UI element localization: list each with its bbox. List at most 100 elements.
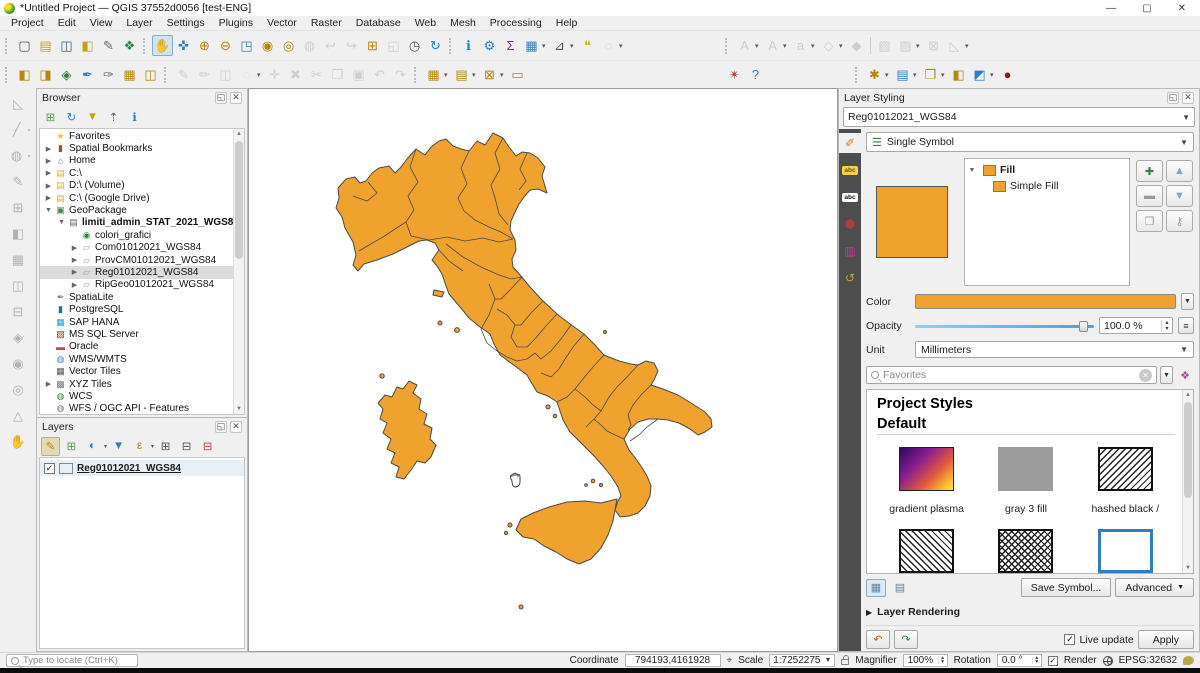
- browser-item-provcm01012021-wgs84[interactable]: ▶▱ProvCM01012021_WGS84: [40, 254, 244, 266]
- styles-scrollbar[interactable]: ▲ ▼: [1182, 390, 1193, 573]
- deselect-all-dropdown[interactable]: ▾: [500, 71, 507, 79]
- map-tips-icon[interactable]: ❝: [577, 35, 598, 56]
- label-move-dropdown[interactable]: ▾: [839, 42, 846, 50]
- browser-item-spatialite[interactable]: ✒SpatiaLite: [40, 291, 244, 303]
- menu-layer[interactable]: Layer: [119, 17, 159, 29]
- zoom-out-icon[interactable]: ⊖: [215, 35, 236, 56]
- browser-scrollbar[interactable]: ▲ ▼: [233, 129, 244, 414]
- menu-help[interactable]: Help: [549, 17, 585, 29]
- expander-icon[interactable]: ▶: [43, 157, 54, 165]
- expander-icon[interactable]: ▶: [69, 281, 80, 289]
- filter-legend-icon[interactable]: ▼: [109, 437, 128, 456]
- project-open-icon[interactable]: ▤: [35, 35, 56, 56]
- browser-item-c[interactable]: ▶▤C:\: [40, 167, 244, 179]
- browser-item-wcs[interactable]: ◍WCS: [40, 390, 244, 402]
- help-contents-icon[interactable]: ?: [745, 64, 766, 85]
- extent-toggle-icon[interactable]: ⌖: [727, 655, 733, 666]
- expander-icon[interactable]: ▼: [43, 207, 54, 214]
- expand-all-icon[interactable]: ⊞: [156, 437, 175, 456]
- open-attribute-table-dropdown[interactable]: ▾: [542, 42, 549, 50]
- menu-plugins[interactable]: Plugins: [212, 17, 260, 29]
- style-item[interactable]: outline blue: [1076, 529, 1175, 574]
- style-swatch-hatch-cross[interactable]: [998, 529, 1053, 573]
- lock-scale-icon[interactable]: [841, 659, 849, 665]
- processing-tool-1-icon[interactable]: ✱: [864, 64, 885, 85]
- browser-item-favorites[interactable]: ★Favorites: [40, 130, 244, 142]
- browser-item-d-volume[interactable]: ▶▤D:\ (Volume): [40, 180, 244, 192]
- diagram-tool-2-dropdown[interactable]: ▾: [916, 42, 923, 50]
- minimize-button[interactable]: —: [1106, 3, 1116, 14]
- menu-settings[interactable]: Settings: [160, 17, 212, 29]
- renderer-combo[interactable]: ☰ Single Symbol ▼: [866, 132, 1194, 152]
- browser-item-limiti-admin-stat-2021-wgs84-gpkg[interactable]: ▼▤limiti_admin_STAT_2021_WGS84.gpkg: [40, 217, 244, 229]
- new-geopackage-layer-icon[interactable]: ◈: [56, 64, 77, 85]
- add-feature-dropdown[interactable]: ▾: [257, 71, 264, 79]
- open-layer-styling-panel-icon[interactable]: ✎: [41, 437, 60, 456]
- browser-collapse-all-icon[interactable]: ⇡: [104, 108, 123, 127]
- processing-tool-3-icon[interactable]: ❐: [920, 64, 941, 85]
- processing-tool-1-dropdown[interactable]: ▾: [885, 71, 892, 79]
- new-spatialite-layer-icon[interactable]: ✑: [98, 64, 119, 85]
- label-highlight-pinned-dropdown[interactable]: ▾: [755, 42, 762, 50]
- select-features-rectangle-dropdown[interactable]: ▾: [444, 71, 451, 79]
- symbol-tree-simplefill-row[interactable]: Simple Fill: [965, 178, 1129, 194]
- styling-layer-combo[interactable]: Reg01012021_WGS84 ▼: [843, 107, 1195, 127]
- actions-icon[interactable]: ⚙: [479, 35, 500, 56]
- maximize-button[interactable]: ▢: [1142, 3, 1151, 14]
- style-swatch-outline-blue[interactable]: [1098, 529, 1153, 573]
- list-view-toggle[interactable]: ▤: [890, 579, 910, 597]
- manage-map-themes-icon[interactable]: ◐: [83, 437, 102, 456]
- unit-combo[interactable]: Millimeters ▼: [915, 341, 1194, 358]
- styling-close-icon[interactable]: ✕: [1182, 92, 1194, 104]
- data-defined-override-button[interactable]: ≡: [1178, 317, 1194, 334]
- processing-tool-5-dropdown[interactable]: ▾: [990, 71, 997, 79]
- style-search-input[interactable]: Favorites ✕: [866, 366, 1157, 384]
- expander-icon[interactable]: ▶: [43, 182, 54, 190]
- spin-arrows-icon[interactable]: ▲▼: [938, 657, 947, 664]
- new-shapefile-layer-icon[interactable]: ✒: [77, 64, 98, 85]
- new-map-view-icon[interactable]: ⊞: [362, 35, 383, 56]
- menu-web[interactable]: Web: [408, 17, 443, 29]
- style-item[interactable]: gradient plasma: [877, 447, 976, 515]
- label-pin-unpin-dropdown[interactable]: ▾: [783, 42, 790, 50]
- project-new-icon[interactable]: ▢: [14, 35, 35, 56]
- filter-by-expression-dropdown[interactable]: ▾: [151, 443, 154, 450]
- zoom-full-icon[interactable]: ◳: [236, 35, 257, 56]
- live-update-checkbox[interactable]: ✓: [1064, 634, 1075, 645]
- processing-tool-2-icon[interactable]: ▤: [892, 64, 913, 85]
- measure-icon[interactable]: ⊿: [549, 35, 570, 56]
- style-item[interactable]: hashed black X: [976, 529, 1075, 574]
- select-features-rectangle-icon[interactable]: ▦: [423, 64, 444, 85]
- style-manager-icon[interactable]: ❖: [1176, 366, 1194, 384]
- zoom-to-selection-icon[interactable]: ◉: [257, 35, 278, 56]
- undo-button[interactable]: ↶: [866, 630, 890, 649]
- select-by-expression-dropdown[interactable]: ▾: [472, 71, 479, 79]
- expander-icon[interactable]: ▶: [43, 194, 54, 202]
- apply-button[interactable]: Apply: [1138, 630, 1194, 649]
- measure-dropdown[interactable]: ▾: [570, 42, 577, 50]
- crs-globe-icon[interactable]: [1103, 656, 1113, 666]
- browser-properties-icon[interactable]: ℹ: [125, 108, 144, 127]
- browser-item-postgresql[interactable]: ▮PostgreSQL: [40, 303, 244, 315]
- expander-icon[interactable]: ▶: [69, 268, 80, 276]
- expander-icon[interactable]: ▼: [965, 167, 979, 174]
- symbol-tree-fill-row[interactable]: ▼ Fill: [965, 162, 1129, 178]
- style-swatch-hatch-fwd[interactable]: [1098, 447, 1153, 491]
- temporal-controller-icon[interactable]: ◷: [404, 35, 425, 56]
- menu-raster[interactable]: Raster: [304, 17, 349, 29]
- browser-item-com01012021-wgs84[interactable]: ▶▱Com01012021_WGS84: [40, 242, 244, 254]
- plugin-tool-icon[interactable]: ✴: [724, 64, 745, 85]
- menu-edit[interactable]: Edit: [51, 17, 83, 29]
- remove-layer-icon[interactable]: ⊟: [198, 437, 217, 456]
- messages-icon[interactable]: [1183, 656, 1194, 665]
- coordinate-input[interactable]: 794193,4161928: [625, 654, 721, 667]
- spin-arrows-icon[interactable]: ▲▼: [1032, 657, 1041, 664]
- spin-arrows-icon[interactable]: ▲▼: [1161, 320, 1172, 332]
- osgeo-tool-icon[interactable]: ●: [997, 64, 1018, 85]
- expander-icon[interactable]: ▼: [56, 219, 67, 226]
- pan-to-selection-icon[interactable]: ✜: [173, 35, 194, 56]
- filter-by-expression-icon[interactable]: ε: [130, 437, 149, 456]
- browser-filter-icon[interactable]: ▼: [83, 108, 102, 127]
- styling-undock-icon[interactable]: ◱: [1167, 92, 1179, 104]
- label-show-hide-dropdown[interactable]: ▾: [811, 42, 818, 50]
